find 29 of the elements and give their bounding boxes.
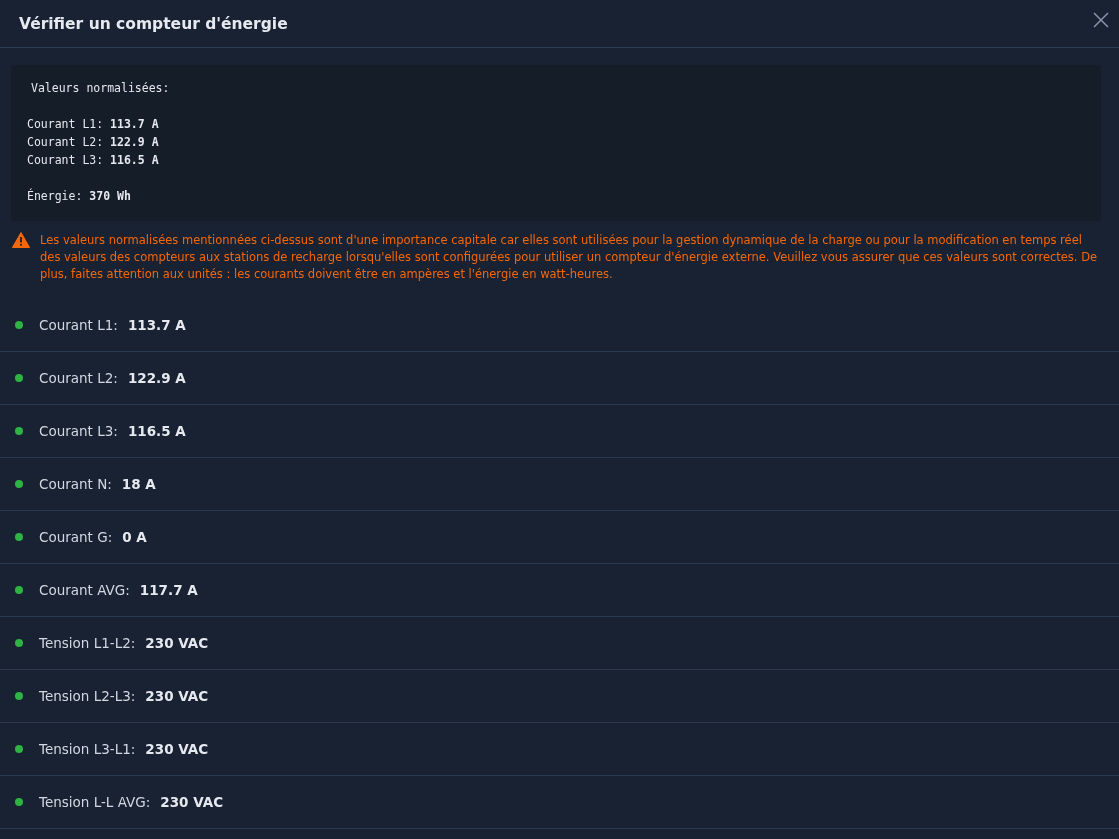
reading-value: 230 VAC	[145, 635, 209, 651]
reading-value: 116.5 A	[127, 423, 186, 439]
code-line: Courant L1: 113.7 A	[27, 116, 160, 133]
reading-label: Tension L3-L1:	[39, 741, 136, 757]
reading-label: Courant G:	[39, 529, 113, 545]
reading-value: 0 A	[122, 529, 147, 545]
reading-label: Courant AVG:	[39, 582, 130, 598]
reading-value: 122.9 A	[127, 370, 186, 386]
reading-label: Tension L2-L3:	[39, 688, 136, 704]
close-icon	[1093, 11, 1109, 28]
reading-value: 113.7 A	[127, 317, 186, 333]
warning-icon	[12, 232, 30, 248]
reading-value: 18 A	[121, 476, 156, 492]
reading-label: Courant N:	[39, 476, 112, 492]
reading-label: Courant L2:	[39, 370, 118, 386]
code-line: Énergie: 370 Wh	[27, 187, 132, 205]
reading-value: 230 VAC	[145, 688, 209, 704]
reading-value: 230 VAC	[160, 794, 224, 810]
reading-label: Tension L-L AVG:	[39, 794, 151, 810]
reading-value: 230 VAC	[145, 741, 209, 757]
code-line: Courant L3: 116.5 A	[27, 152, 160, 169]
reading-label: Courant L3:	[39, 423, 118, 439]
reading-label: Tension L1-L2:	[39, 635, 136, 651]
code-line: Courant L2: 122.9 A	[27, 134, 160, 151]
warning-text: Les valeurs normalisées mentionnées ci-dessus sont d'une importance capitale car elles sont utilisées pour la gestion dynamique de la charge ou pour la modification en temps réel des valeurs des compteurs aux stations de recharge lorsqu'elles sont configurées pour utiliser un compteur d'énergie externe. Veuillez vous assurer que ces valeurs sont correctes. De plus, faites attention aux unités : les courants doivent être en ampères et l'énergie en watt-heures.	[40, 232, 1099, 283]
reading-value: 117.7 A	[139, 582, 198, 598]
dialog-title: Vérifier un compteur d'énergie	[19, 14, 288, 33]
reading-label: Courant L1:	[39, 317, 118, 333]
code-heading: Valeurs normalisées:	[30, 80, 171, 97]
